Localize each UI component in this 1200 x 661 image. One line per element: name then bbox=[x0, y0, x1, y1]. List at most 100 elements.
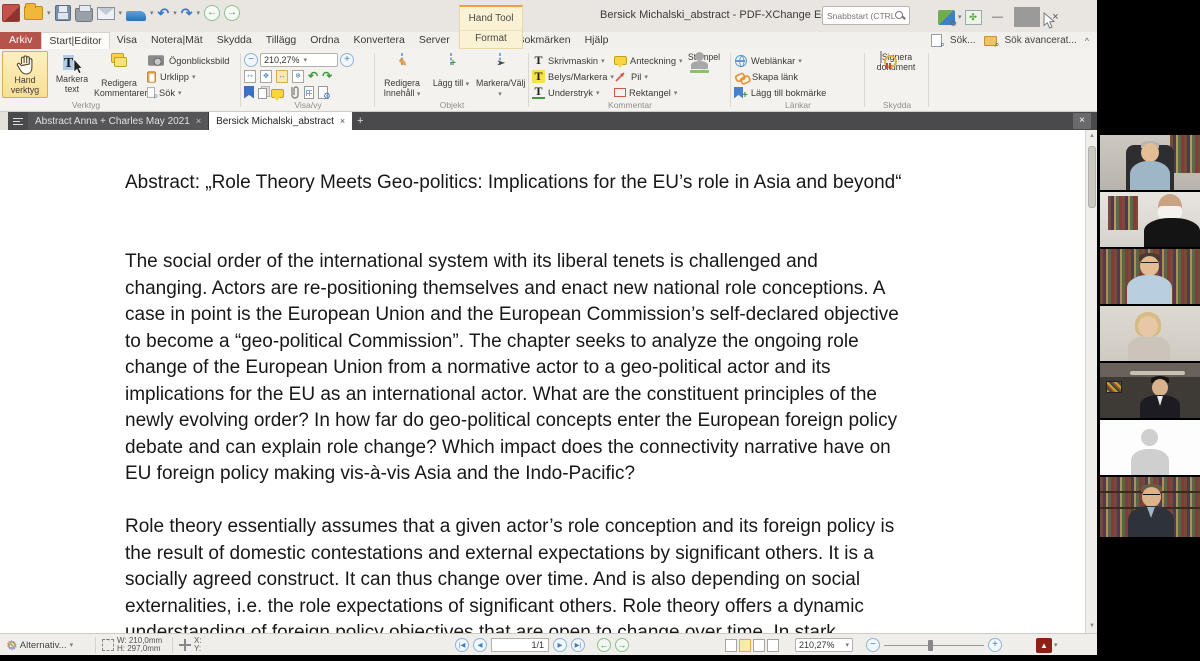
tab-arkiv[interactable]: Arkiv bbox=[0, 32, 41, 49]
participant-video-6-camera-off[interactable] bbox=[1100, 420, 1200, 475]
minimize-button[interactable]: — bbox=[985, 7, 1011, 27]
open-dropdown-icon[interactable]: ▾ bbox=[47, 9, 51, 17]
add-bookmark-button[interactable]: +Lägg till bokmärke bbox=[734, 85, 826, 100]
collapse-ribbon-icon[interactable]: ^ bbox=[1085, 36, 1089, 46]
previous-view-icon[interactable]: ← bbox=[597, 638, 611, 652]
tab-close-icon[interactable]: × bbox=[196, 116, 201, 126]
open-file-icon[interactable] bbox=[24, 6, 43, 20]
options-button[interactable]: ⚙ Alternativ... ▾ bbox=[6, 634, 73, 655]
stamp-button[interactable]: Stämpel▾ bbox=[684, 51, 724, 98]
arrow-tool-button[interactable]: Pil▾ bbox=[614, 69, 683, 84]
redo-dropdown-icon[interactable]: ▾ bbox=[197, 9, 201, 17]
back-view-icon[interactable]: ← bbox=[204, 5, 220, 21]
next-view-icon[interactable]: → bbox=[615, 638, 629, 652]
comments-panel-icon[interactable] bbox=[271, 89, 284, 98]
fit-visible-icon[interactable]: ❄ bbox=[292, 70, 304, 83]
scan-dropdown-icon[interactable]: ▾ bbox=[150, 9, 154, 17]
last-page-icon[interactable]: ▶| bbox=[571, 638, 585, 652]
sok-label[interactable]: Sök... bbox=[950, 35, 976, 46]
bookmarks-panel-icon[interactable] bbox=[244, 86, 254, 99]
new-tab-icon[interactable]: + bbox=[352, 112, 368, 130]
print-icon[interactable] bbox=[75, 8, 93, 22]
scroll-up-icon[interactable]: ▲ bbox=[1086, 130, 1097, 143]
zoom-combo[interactable]: 210,27%▾ bbox=[795, 638, 853, 652]
create-link-button[interactable]: Skapa länk bbox=[734, 69, 826, 84]
first-page-icon[interactable]: |◀ bbox=[455, 638, 469, 652]
select-text-button[interactable]: T Markera text bbox=[49, 51, 95, 98]
highlight-button[interactable]: TBelys/Markera▾ bbox=[532, 69, 614, 84]
clipboard-button[interactable]: Urklipp▾ bbox=[146, 69, 229, 84]
zoom-out-button[interactable]: − bbox=[866, 638, 880, 652]
tab-close-icon[interactable]: × bbox=[340, 116, 345, 126]
participant-video-2[interactable] bbox=[1100, 192, 1200, 247]
fields-panel-icon[interactable] bbox=[304, 86, 314, 99]
search-button[interactable]: Sök▾ bbox=[146, 85, 229, 100]
edit-comments-button[interactable]: Redigera Kommentarer bbox=[94, 51, 144, 98]
actual-size-icon[interactable]: ⇿ bbox=[244, 70, 256, 83]
zoom-in-icon[interactable]: + bbox=[340, 53, 354, 67]
underline-button[interactable]: TUnderstryk▾ bbox=[532, 85, 614, 100]
two-page-continuous-icon[interactable] bbox=[767, 639, 779, 652]
sign-document-button[interactable]: Signera dokument bbox=[870, 51, 922, 98]
weblinks-button[interactable]: Weblänkar▾ bbox=[734, 53, 826, 68]
fullscreen-icon[interactable]: ✣ bbox=[965, 10, 982, 25]
single-page-icon[interactable] bbox=[725, 639, 737, 652]
zoom-in-button[interactable]: + bbox=[988, 638, 1002, 652]
tab-format[interactable]: Format bbox=[460, 31, 522, 47]
attachments-panel-icon[interactable] bbox=[288, 85, 300, 99]
forward-view-icon[interactable]: → bbox=[224, 5, 240, 21]
continuous-page-icon[interactable] bbox=[739, 639, 751, 652]
close-document-icon[interactable]: × bbox=[1073, 113, 1091, 129]
participant-video-3[interactable] bbox=[1100, 249, 1200, 304]
pages-panel-icon[interactable] bbox=[258, 88, 267, 99]
undo-icon[interactable]: ↶ bbox=[158, 4, 170, 22]
tab-server[interactable]: Server bbox=[412, 32, 457, 49]
vertical-scrollbar[interactable]: ▲ ▼ bbox=[1085, 130, 1097, 633]
zoom-out-icon[interactable]: − bbox=[244, 53, 258, 67]
fit-page-icon[interactable]: ✥ bbox=[260, 70, 272, 83]
email-dropdown-icon[interactable]: ▾ bbox=[119, 9, 123, 17]
previous-page-icon[interactable]: ◀ bbox=[473, 638, 487, 652]
tab-start-editor[interactable]: Start|Editor bbox=[41, 32, 109, 49]
redo-icon[interactable]: ↷ bbox=[181, 4, 193, 22]
participant-video-4[interactable] bbox=[1100, 306, 1200, 361]
tab-hjalp[interactable]: Hjälp bbox=[578, 32, 616, 49]
select-object-button[interactable]: ➢ Markera/Välj ▾ bbox=[476, 51, 524, 98]
tab-konvertera[interactable]: Konvertera bbox=[346, 32, 411, 49]
participant-video-7[interactable] bbox=[1100, 477, 1200, 537]
quickstart-search[interactable] bbox=[822, 6, 910, 25]
sticky-note-button[interactable]: Anteckning▾ bbox=[614, 53, 683, 68]
next-page-icon[interactable]: ▶ bbox=[553, 638, 567, 652]
typewriter-button[interactable]: TSkrivmaskin▾ bbox=[532, 53, 614, 68]
email-icon[interactable] bbox=[97, 7, 115, 20]
tab-skydda[interactable]: Skydda bbox=[210, 32, 259, 49]
quickstart-input[interactable] bbox=[827, 11, 895, 21]
edit-content-button[interactable]: ✎ Redigera Innehåll ▾ bbox=[378, 51, 426, 98]
rotate-right-icon[interactable]: ↷ bbox=[322, 69, 332, 83]
rotate-left-icon[interactable]: ↶ bbox=[308, 69, 318, 83]
two-page-icon[interactable] bbox=[753, 639, 765, 652]
tab-ordna[interactable]: Ordna bbox=[303, 32, 346, 49]
participant-video-1[interactable] bbox=[1100, 135, 1200, 190]
scan-icon[interactable] bbox=[126, 11, 146, 21]
sok-avancerat-label[interactable]: Sök avancerat... bbox=[1005, 35, 1077, 46]
tab-notera-mat[interactable]: Notera|Mät bbox=[144, 32, 210, 49]
tab-tillagg[interactable]: Tillägg bbox=[259, 32, 304, 49]
fit-width-icon[interactable]: ↔ bbox=[276, 70, 288, 83]
ui-options-icon[interactable] bbox=[938, 10, 955, 25]
tab-abstract-anna[interactable]: Abstract Anna + Charles May 2021 × bbox=[28, 112, 209, 130]
page-number-box[interactable]: 1/1 bbox=[491, 638, 549, 652]
zoom-level-combo[interactable]: 210,27%▾ bbox=[260, 53, 338, 67]
scrollbar-thumb[interactable] bbox=[1088, 146, 1096, 208]
adobe-dropdown-icon[interactable]: ▾ bbox=[1054, 641, 1058, 649]
rectangle-tool-button[interactable]: Rektangel▾ bbox=[614, 85, 683, 100]
adobe-reader-icon[interactable]: ▲ bbox=[1036, 638, 1052, 653]
add-object-button[interactable]: + Lägg till ▾ bbox=[428, 51, 474, 98]
maximize-button[interactable] bbox=[1014, 7, 1040, 27]
zoom-slider[interactable] bbox=[884, 638, 984, 652]
scroll-down-icon[interactable]: ▼ bbox=[1086, 620, 1097, 633]
hand-tool-button[interactable]: Hand verktyg bbox=[2, 51, 48, 98]
save-icon[interactable] bbox=[55, 5, 71, 21]
tab-visa[interactable]: Visa bbox=[110, 32, 144, 49]
snapshot-button[interactable]: Ögonblicksbild bbox=[146, 53, 229, 68]
